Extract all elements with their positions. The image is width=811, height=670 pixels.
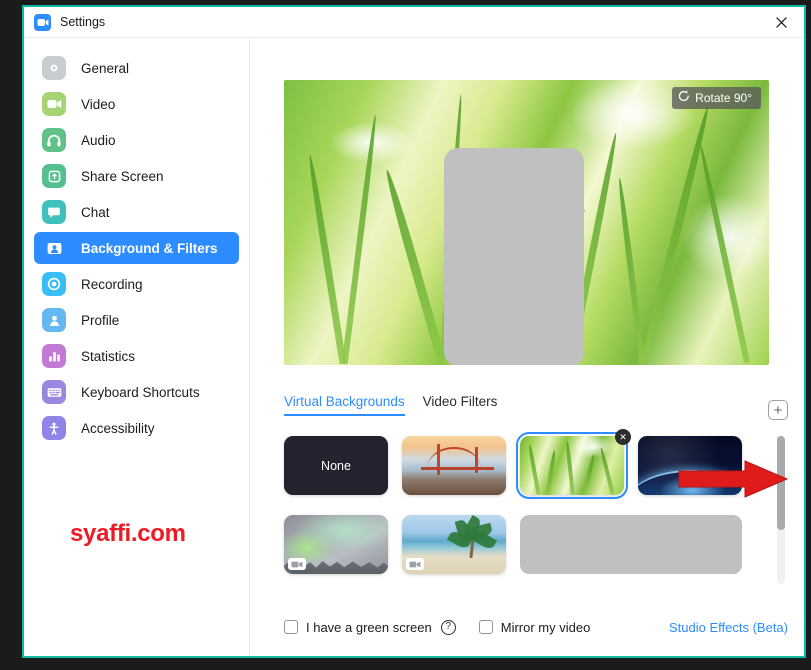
background-thumb-grass[interactable]: ✕ (516, 429, 631, 499)
bottom-options-bar: I have a green screen ? Mirror my video … (284, 616, 788, 638)
chat-bubble-icon (42, 200, 66, 224)
sidebar-item-profile[interactable]: Profile (34, 304, 239, 336)
studio-effects-link[interactable]: Studio Effects (Beta) (669, 620, 788, 635)
background-thumb-space[interactable] (638, 436, 742, 495)
background-thumb-aurora[interactable] (284, 515, 388, 574)
accessibility-icon (42, 416, 66, 440)
sidebar-item-chat[interactable]: Chat (34, 196, 239, 228)
sidebar-item-accessibility[interactable]: Accessibility (34, 412, 239, 444)
thumbnail-scrollbar[interactable] (777, 436, 785, 584)
background-settings-panel: Rotate 90° Virtual Backgrounds Video Fil… (250, 38, 804, 656)
sidebar-item-label: Background & Filters (81, 240, 218, 256)
bar-chart-icon (42, 344, 66, 368)
background-thumb-none[interactable]: None (284, 436, 388, 495)
sidebar-item-label: Chat (81, 204, 110, 220)
sidebar-item-keyboard-shortcuts[interactable]: Keyboard Shortcuts (34, 376, 239, 408)
background-thumbnail-grid: None ✕ (284, 429, 779, 574)
window-title: Settings (60, 15, 106, 29)
gear-icon (42, 56, 66, 80)
person-icon (42, 308, 66, 332)
sidebar-item-label: Statistics (81, 348, 136, 364)
question-mark-icon[interactable]: ? (440, 619, 456, 635)
sidebar-item-label: Keyboard Shortcuts (81, 384, 200, 400)
mirror-video-label: Mirror my video (500, 619, 591, 635)
upload-screen-icon (42, 164, 66, 188)
background-thumb-redacted[interactable] (520, 515, 742, 574)
sidebar-item-video[interactable]: Video (34, 88, 239, 120)
video-camera-icon (406, 558, 424, 570)
settings-body: General Video Audio Share Screen Chat Ba… (24, 38, 804, 656)
sidebar-item-label: Accessibility (81, 420, 155, 436)
zoom-camera-icon (34, 13, 51, 31)
close-circle-icon[interactable]: ✕ (615, 429, 631, 445)
sidebar-item-general[interactable]: General (34, 52, 239, 84)
sidebar-item-label: Profile (81, 312, 120, 328)
sidebar-item-label: Video (81, 96, 116, 112)
background-tabs: Virtual Backgrounds Video Filters (284, 394, 497, 416)
tab-video-filters[interactable]: Video Filters (423, 394, 498, 416)
plus-icon[interactable]: + (768, 400, 788, 420)
person-frame-icon (42, 236, 66, 260)
background-thumbnail-area: None ✕ (284, 429, 779, 584)
keyboard-icon (42, 380, 66, 404)
sidebar-item-label: Share Screen (81, 168, 164, 184)
headphones-icon (42, 128, 66, 152)
rotate-ccw-icon (678, 89, 690, 107)
green-screen-label: I have a green screen (306, 619, 432, 635)
sidebar-item-recording[interactable]: Recording (34, 268, 239, 300)
video-preview: Rotate 90° (284, 80, 769, 365)
sidebar-item-label: Audio (81, 132, 116, 148)
title-bar: Settings (24, 7, 804, 37)
sidebar-item-background-and-filters[interactable]: Background & Filters (34, 232, 239, 264)
sidebar-item-share-screen[interactable]: Share Screen (34, 160, 239, 192)
watermark-text: syaffi.com (70, 520, 186, 547)
mirror-video-checkbox-group[interactable]: Mirror my video (478, 619, 591, 635)
close-icon[interactable] (758, 7, 804, 37)
settings-window: Settings General Video Audio Share Scree… (22, 5, 806, 658)
video-camera-icon (288, 558, 306, 570)
desktop-background: Settings General Video Audio Share Scree… (0, 0, 811, 670)
settings-sidebar: General Video Audio Share Screen Chat Ba… (24, 38, 250, 656)
rotate-90-button[interactable]: Rotate 90° (672, 87, 761, 109)
sidebar-item-label: General (81, 60, 130, 76)
background-thumb-label: None (321, 458, 351, 473)
green-screen-checkbox[interactable] (284, 620, 298, 634)
tab-virtual-backgrounds[interactable]: Virtual Backgrounds (284, 394, 405, 416)
sidebar-item-label: Recording (81, 276, 143, 292)
rotate-button-label: Rotate 90° (695, 91, 752, 105)
preview-redaction-overlay (444, 148, 584, 365)
background-thumb-beach[interactable] (402, 515, 506, 574)
mirror-video-checkbox[interactable] (478, 620, 493, 634)
video-camera-icon (42, 92, 66, 116)
background-thumb-bridge[interactable] (402, 436, 506, 495)
sidebar-item-statistics[interactable]: Statistics (34, 340, 239, 372)
green-screen-checkbox-group[interactable]: I have a green screen (284, 620, 432, 635)
sidebar-item-audio[interactable]: Audio (34, 124, 239, 156)
scrollbar-thumb[interactable] (777, 436, 785, 530)
record-circle-icon (42, 272, 66, 296)
